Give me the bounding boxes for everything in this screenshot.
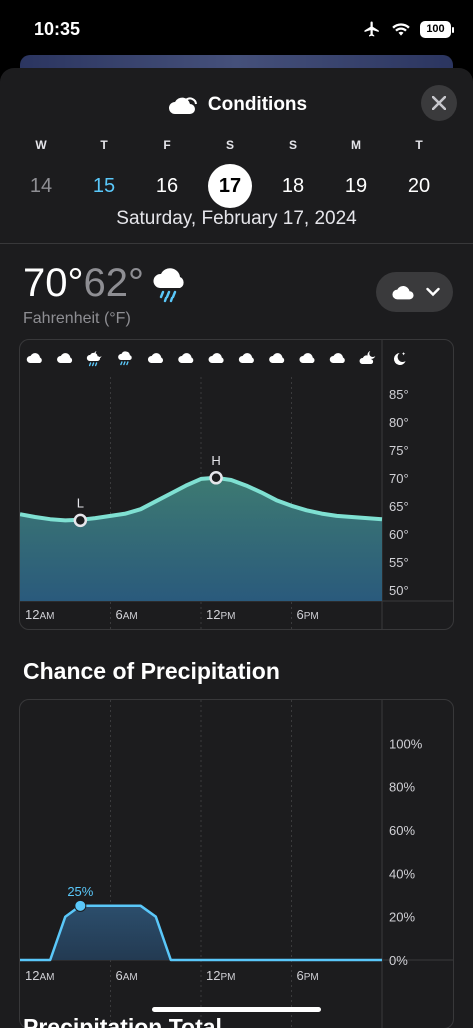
y-tick-label: 100% [389, 736, 423, 751]
max-label: 25% [67, 884, 93, 899]
y-tick-label: 80% [389, 780, 415, 795]
wifi-icon [392, 23, 410, 36]
status-bar: 10:35 100 [0, 0, 473, 56]
x-tick-label: 6AM [116, 607, 138, 622]
x-tick-label: 12AM [25, 968, 54, 983]
day-number: 20 [407, 175, 431, 197]
precipitation-title: Chance of Precipitation [23, 658, 280, 684]
x-tick-label: 12PM [206, 968, 235, 983]
cloud-icon [269, 353, 285, 363]
day-letter: T [100, 138, 108, 152]
cloud-icon [147, 353, 164, 363]
day-number: 17 [208, 164, 252, 208]
extreme-marker [209, 471, 223, 485]
precipitation-chart: 100% 80% 60% 40% 20% 0% 12AM 6AM 12PM 6PM 25% [19, 699, 454, 1028]
moon-cloud-icon [359, 351, 376, 364]
day-letter: F [163, 138, 171, 152]
temperature-summary: 70° 62° [23, 261, 190, 306]
cloud-icon [329, 353, 345, 363]
x-tick-label: 6AM [116, 968, 138, 983]
day-number: 14 [29, 175, 53, 197]
y-tick-label: 20% [389, 910, 415, 925]
selected-date: Saturday, February 17, 2024 [116, 208, 357, 229]
y-tick-label: 75° [389, 443, 409, 458]
y-tick-label: 65° [389, 499, 409, 514]
y-tick-label: 80° [389, 415, 409, 430]
temp-low: 62° [83, 261, 145, 305]
airplane-icon [364, 21, 379, 37]
day-item[interactable]: T 20 [397, 138, 441, 208]
cloud-icon [299, 353, 315, 363]
day-item[interactable]: S 17 [208, 138, 252, 208]
day-item[interactable]: W 14 [19, 138, 63, 208]
series-area [20, 477, 382, 601]
y-tick-label: 85° [389, 387, 409, 402]
y-tick-label: 0% [389, 953, 408, 968]
y-tick-label: 60° [389, 527, 409, 542]
condition-selector-button[interactable] [376, 272, 453, 312]
home-indicator [152, 1007, 321, 1012]
close-button[interactable] [421, 85, 457, 121]
chevron-down-icon [425, 287, 440, 297]
cloud-rain-icon [118, 351, 132, 366]
cloud-icon [391, 285, 414, 300]
moon-icon [393, 352, 406, 365]
day-letter: S [225, 138, 234, 152]
cloud-icon [57, 353, 73, 363]
conditions-sheet: Conditions W 14 T 15 F 16 S 17 S 18 M 19 T 20 Saturda… [0, 68, 473, 1028]
y-tick-label: 55° [389, 555, 409, 570]
extreme-label: L [77, 495, 84, 510]
extreme-marker [73, 513, 88, 528]
temp-high: 70° [23, 261, 84, 305]
x-tick-label: 6PM [297, 968, 319, 983]
next-section-title: Precipitation Total [23, 1014, 222, 1028]
y-tick-label: 60% [389, 823, 415, 838]
day-letter: M [351, 138, 361, 152]
day-item[interactable]: M 19 [334, 138, 378, 208]
unit-label: Fahrenheit (°F) [23, 310, 131, 327]
divider [0, 243, 473, 244]
sheet-header: Conditions [0, 90, 473, 120]
day-item[interactable]: F 16 [145, 138, 189, 208]
y-tick-label: 70° [389, 471, 409, 486]
temperature-chart: 85° 80° 75° 70° 65° 60° 55° 50° 12AM 6AM 12PM 6PM L H [19, 339, 454, 630]
x-tick-label: 6PM [297, 607, 319, 622]
day-number: 18 [281, 175, 305, 197]
cloud-icon [208, 353, 224, 363]
status-time: 10:35 [34, 19, 81, 39]
x-tick-label: 12PM [206, 607, 235, 622]
y-tick-label: 40% [389, 866, 415, 881]
temperature-chart-svg: 85° 80° 75° 70° 65° 60° 55° 50° 12AM 6AM 12PM 6PM L H [20, 340, 453, 629]
day-item[interactable]: T 15 [82, 138, 126, 208]
day-number: 15 [92, 175, 116, 197]
day-letter: T [415, 138, 423, 152]
moon-cloud-rain-icon [86, 351, 102, 367]
precipitation-chart-svg: 100% 80% 60% 40% 20% 0% 12AM 6AM 12PM 6PM 25% [20, 700, 453, 1028]
cloud-icon [178, 353, 194, 363]
x-tick-label: 12AM [25, 607, 54, 622]
cloud-icon [26, 353, 42, 363]
extreme-label: H [211, 453, 220, 468]
rain-cloud-icon [153, 267, 184, 302]
day-number: 19 [344, 175, 368, 197]
status-icons: 100 [362, 20, 454, 38]
cloud-icon [168, 97, 197, 114]
day-number: 16 [155, 175, 179, 197]
y-tick-label: 50° [389, 583, 409, 598]
day-item[interactable]: S 18 [271, 138, 315, 208]
max-marker [74, 899, 87, 912]
sheet-title: Conditions [207, 94, 308, 115]
day-letter: W [35, 138, 47, 152]
day-letter: S [288, 138, 297, 152]
close-icon [432, 96, 446, 110]
battery-icon: 100 [420, 20, 454, 38]
cloud-icon [238, 353, 254, 363]
